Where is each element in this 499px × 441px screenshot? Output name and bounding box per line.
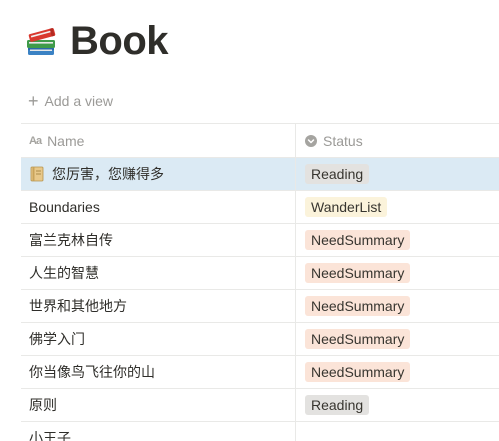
column-header-name[interactable]: Aa Name (21, 124, 296, 157)
notion-page: Book + Add a view Aa Name Status 您厉害，您赚得… (0, 0, 499, 441)
table-row[interactable]: 您厉害，您赚得多 Reading (21, 158, 499, 191)
table-row[interactable]: 小王子 (21, 422, 499, 441)
cell-name[interactable]: 您厉害，您赚得多 (21, 158, 296, 190)
table-row[interactable]: 人生的智慧 NeedSummary (21, 257, 499, 290)
table-row[interactable]: 富兰克林自传 NeedSummary (21, 224, 499, 257)
status-tag: NeedSummary (305, 362, 411, 382)
status-tag: NeedSummary (305, 296, 411, 316)
table-header: Aa Name Status (21, 123, 499, 158)
cell-status[interactable]: NeedSummary (296, 323, 499, 355)
table-row[interactable]: 世界和其他地方 NeedSummary (21, 290, 499, 323)
row-title: 人生的智慧 (29, 265, 99, 281)
cell-name[interactable]: 小王子 (21, 422, 296, 441)
row-title: Boundaries (29, 199, 100, 215)
status-tag: NeedSummary (305, 263, 411, 283)
cell-status[interactable]: NeedSummary (296, 257, 499, 289)
row-title: 佛学入门 (29, 331, 85, 347)
plus-icon: + (28, 91, 39, 111)
cell-status[interactable]: Reading (296, 389, 499, 421)
cell-status[interactable]: NeedSummary (296, 224, 499, 256)
row-title: 你当像鸟飞往你的山 (29, 364, 155, 380)
row-title: 您厉害，您赚得多 (52, 166, 164, 182)
cell-name[interactable]: 原则 (21, 389, 296, 421)
cell-status[interactable]: NeedSummary (296, 356, 499, 388)
row-title: 原则 (29, 397, 57, 413)
cell-status[interactable]: WanderList (296, 191, 499, 223)
row-title: 富兰克林自传 (29, 232, 113, 248)
status-tag: Reading (305, 164, 370, 184)
database-table: Aa Name Status 您厉害，您赚得多 Reading Boundaries… (21, 123, 499, 441)
cell-status[interactable] (296, 422, 499, 441)
cell-status[interactable]: Reading (296, 158, 499, 190)
cell-name[interactable]: 世界和其他地方 (21, 290, 296, 322)
row-title: 小王子 (29, 430, 71, 441)
table-row[interactable]: 原则 Reading (21, 389, 499, 422)
column-header-label: Name (47, 132, 85, 149)
cell-name[interactable]: Boundaries (21, 191, 296, 223)
table-body: 您厉害，您赚得多 Reading Boundaries WanderList 富兰克林自… (21, 158, 499, 441)
books-icon[interactable] (24, 23, 60, 59)
row-title: 世界和其他地方 (29, 298, 127, 314)
status-tag: Reading (305, 395, 370, 415)
table-row[interactable]: Boundaries WanderList (21, 191, 499, 224)
status-tag: WanderList (305, 197, 388, 217)
add-view-button[interactable]: + Add a view (28, 91, 113, 111)
column-header-label: Status (323, 132, 363, 149)
status-tag: NeedSummary (305, 329, 411, 349)
status-tag: NeedSummary (305, 230, 411, 250)
cell-status[interactable]: NeedSummary (296, 290, 499, 322)
cell-name[interactable]: 你当像鸟飞往你的山 (21, 356, 296, 388)
cell-name[interactable]: 佛学入门 (21, 323, 296, 355)
cell-name[interactable]: 富兰克林自传 (21, 224, 296, 256)
text-aa-icon: Aa (29, 134, 42, 147)
cell-name[interactable]: 人生的智慧 (21, 257, 296, 289)
page-title[interactable]: Book (70, 19, 169, 64)
add-view-label: Add a view (44, 93, 113, 109)
select-chevron-icon (305, 134, 317, 147)
page-header: Book (24, 16, 169, 66)
table-row[interactable]: 你当像鸟飞往你的山 NeedSummary (21, 356, 499, 389)
table-row[interactable]: 佛学入门 NeedSummary (21, 323, 499, 356)
page-document-icon (30, 166, 44, 182)
column-header-status[interactable]: Status (296, 124, 499, 157)
